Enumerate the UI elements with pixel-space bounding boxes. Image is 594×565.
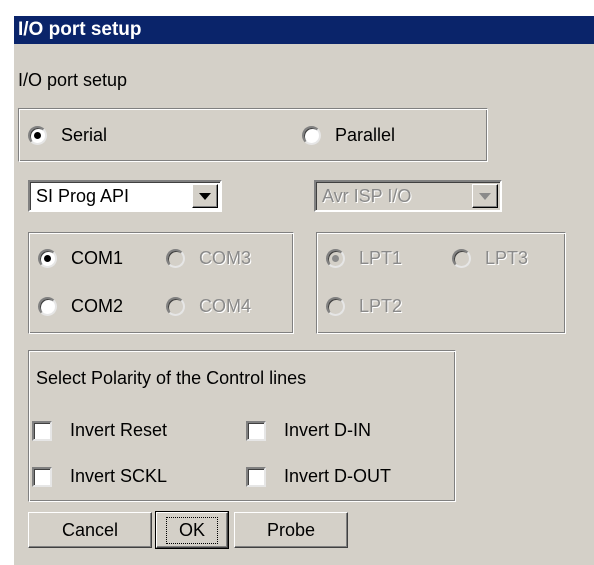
invert-din-label: Invert D-IN	[284, 420, 372, 440]
invert-reset-label: Invert Reset	[70, 420, 168, 440]
radio-button-icon	[452, 249, 471, 268]
ok-button[interactable]: OK	[155, 511, 229, 549]
lpt3-radio[interactable]: LPT3	[452, 248, 528, 269]
com2-radio[interactable]: COM2	[38, 296, 123, 317]
com2-label: COM2	[71, 296, 124, 316]
com4-radio[interactable]: COM4	[166, 296, 251, 317]
parallel-label: Parallel	[335, 125, 396, 145]
radio-button-icon	[38, 297, 57, 316]
radio-button-icon	[326, 249, 345, 268]
invert-dout-checkbox[interactable]: Invert D-OUT	[246, 466, 391, 487]
dropdown-arrow-icon[interactable]	[192, 184, 218, 208]
checkbox-icon	[32, 466, 52, 487]
dialog-subtitle: I/O port setup	[18, 70, 128, 90]
lpt2-label: LPT2	[359, 296, 403, 316]
com1-radio[interactable]: COM1	[38, 248, 123, 269]
lpt1-label: LPT1	[359, 248, 403, 268]
radio-button-icon	[28, 126, 47, 145]
parallel-programmer-value: Avr ISP I/O	[322, 185, 412, 206]
dropdown-arrow-icon[interactable]	[472, 184, 498, 208]
serial-programmer-value: SI Prog API	[36, 185, 130, 206]
com4-label: COM4	[199, 296, 252, 316]
com1-label: COM1	[71, 248, 124, 268]
invert-sckl-checkbox[interactable]: Invert SCKL	[32, 466, 167, 487]
radio-button-icon	[302, 126, 321, 145]
parallel-programmer-select[interactable]: Avr ISP I/O	[314, 180, 502, 212]
radio-button-icon	[38, 249, 57, 268]
radio-button-icon	[326, 297, 345, 316]
ok-label: OK	[165, 516, 218, 544]
checkbox-icon	[246, 466, 266, 487]
checkbox-icon	[32, 420, 52, 441]
serial-programmer-select[interactable]: SI Prog API	[28, 180, 222, 212]
io-port-setup-dialog: I/O port setup I/O port setup Serial Par…	[14, 16, 594, 565]
lpt2-radio[interactable]: LPT2	[326, 296, 402, 317]
polarity-heading: Select Polarity of the Control lines	[36, 368, 307, 388]
serial-label: Serial	[61, 125, 108, 145]
checkbox-icon	[246, 420, 266, 441]
radio-button-icon	[166, 297, 185, 316]
lpt3-label: LPT3	[485, 248, 529, 268]
invert-din-checkbox[interactable]: Invert D-IN	[246, 420, 371, 441]
parallel-radio[interactable]: Parallel	[302, 125, 395, 146]
window-title: I/O port setup	[14, 16, 594, 44]
cancel-button[interactable]: Cancel	[28, 512, 152, 548]
lpt1-radio[interactable]: LPT1	[326, 248, 402, 269]
invert-sckl-label: Invert SCKL	[70, 466, 168, 486]
radio-button-icon	[166, 249, 185, 268]
probe-button[interactable]: Probe	[234, 512, 348, 548]
com3-radio[interactable]: COM3	[166, 248, 251, 269]
invert-dout-label: Invert D-OUT	[284, 466, 392, 486]
com3-label: COM3	[199, 248, 252, 268]
invert-reset-checkbox[interactable]: Invert Reset	[32, 420, 167, 441]
serial-radio[interactable]: Serial	[28, 125, 107, 146]
